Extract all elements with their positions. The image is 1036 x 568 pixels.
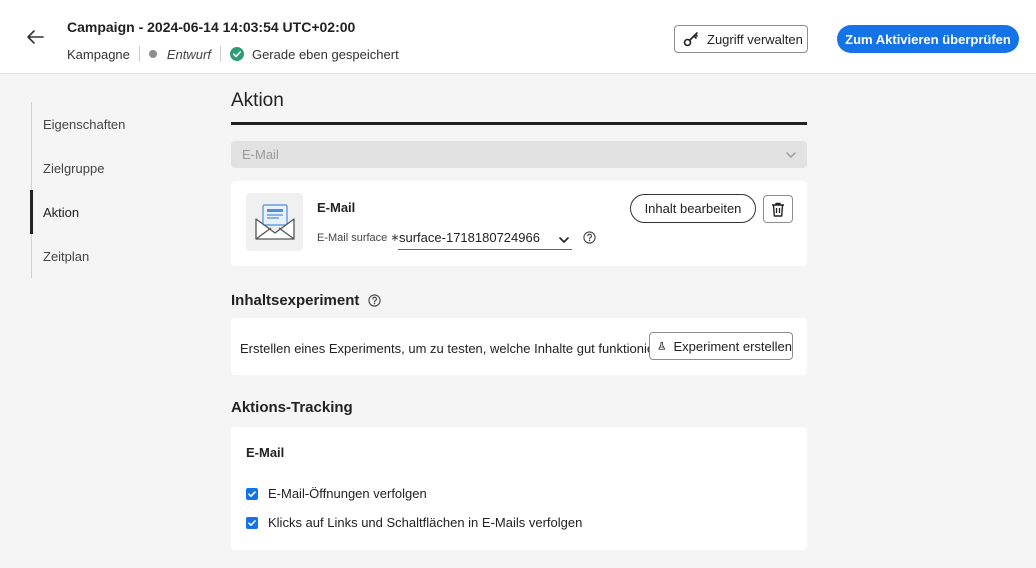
experiment-heading: Inhaltsexperiment xyxy=(231,292,382,309)
nav-item-action[interactable]: Aktion xyxy=(30,190,151,234)
channel-select: E-Mail xyxy=(231,141,807,168)
campaign-meta: Kampagne Entwurf Gerade eben gespeichert xyxy=(67,46,399,62)
experiment-heading-text: Inhaltsexperiment xyxy=(231,292,360,309)
status-dot-icon xyxy=(148,50,157,58)
help-icon[interactable] xyxy=(583,231,596,249)
track-opens-label: E-Mail-Öffnungen verfolgen xyxy=(268,486,427,501)
section-nav: Eigenschaften Zielgruppe Aktion Zeitplan xyxy=(30,102,151,278)
nav-item-audience[interactable]: Zielgruppe xyxy=(32,146,151,190)
trash-icon xyxy=(772,202,784,217)
email-surface-select[interactable]: surface-1718180724966 xyxy=(398,226,572,250)
divider xyxy=(219,46,221,62)
create-experiment-label: Experiment erstellen xyxy=(673,338,793,354)
delete-button[interactable] xyxy=(763,195,793,223)
email-surface-label: E-Mail surface ∗ xyxy=(317,232,400,244)
divider xyxy=(138,46,140,62)
edit-content-button[interactable]: Inhalt bearbeiten xyxy=(630,194,756,223)
manage-access-button[interactable]: Zugriff verwalten xyxy=(674,25,808,53)
checkbox-checked[interactable] xyxy=(246,487,258,500)
page-title: Campaign - 2024-06-14 14:03:54 UTC+02:00 xyxy=(67,19,356,35)
tracking-email-subheading: E-Mail xyxy=(246,445,285,460)
campaign-type-label: Kampagne xyxy=(67,46,130,62)
email-envelope-icon xyxy=(246,193,303,251)
nav-item-properties[interactable]: Eigenschaften xyxy=(32,102,151,146)
email-surface-value: surface-1718180724966 xyxy=(399,230,540,245)
help-icon[interactable] xyxy=(368,294,382,307)
back-arrow-icon[interactable] xyxy=(24,26,46,48)
section-divider xyxy=(231,122,807,125)
channel-select-value: E-Mail xyxy=(242,147,279,162)
track-clicks-checkbox-row[interactable]: Klicks auf Links und Schaltflächen in E-… xyxy=(246,515,582,530)
manage-access-label: Zugriff verwalten xyxy=(707,31,803,47)
tracking-card: E-Mail E-Mail-Öffnungen verfolgen Klicks… xyxy=(231,427,807,550)
track-clicks-label: Klicks auf Links und Schaltflächen in E-… xyxy=(268,515,583,530)
track-opens-checkbox-row[interactable]: E-Mail-Öffnungen verfolgen xyxy=(246,486,427,501)
check-circle-icon xyxy=(229,47,244,61)
tracking-heading: Aktions-Tracking xyxy=(231,399,353,416)
chevron-down-icon xyxy=(559,237,569,243)
experiment-description: Erstellen eines Experiments, um zu teste… xyxy=(240,341,677,356)
experiment-card: Erstellen eines Experiments, um zu teste… xyxy=(231,318,807,375)
saved-status-text: Gerade eben gespeichert xyxy=(251,46,399,62)
checkbox-checked[interactable] xyxy=(246,516,258,529)
chevron-down-icon xyxy=(786,152,796,158)
status-badge: Entwurf xyxy=(166,46,211,62)
campaign-header: Campaign - 2024-06-14 14:03:54 UTC+02:00… xyxy=(0,0,1036,74)
nav-item-schedule[interactable]: Zeitplan xyxy=(32,234,151,278)
email-card-title: E-Mail xyxy=(317,200,356,215)
create-experiment-button[interactable]: Experiment erstellen xyxy=(649,332,793,360)
key-icon xyxy=(683,32,698,47)
email-action-card: E-Mail E-Mail surface ∗ surface-17181807… xyxy=(231,181,807,266)
flask-icon xyxy=(658,341,666,350)
action-heading: Aktion xyxy=(231,90,284,111)
review-to-activate-button[interactable]: Zum Aktivieren überprüfen xyxy=(837,25,1019,53)
